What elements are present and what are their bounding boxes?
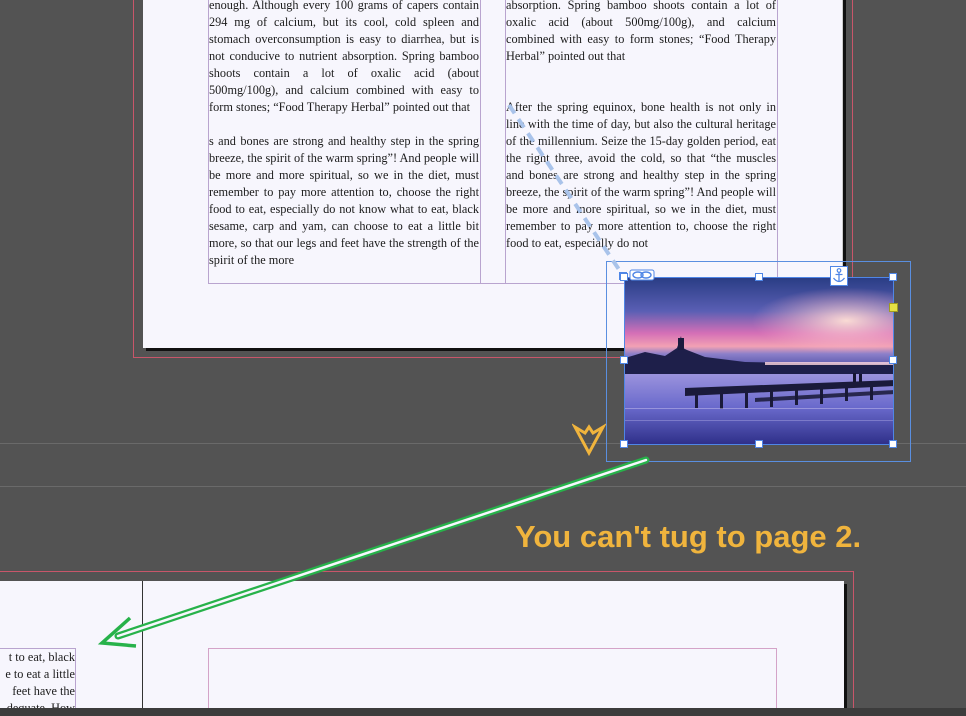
annotation-overlay — [97, 103, 650, 648]
drag-cursor-chevron-icon — [572, 423, 606, 457]
status-bar — [0, 708, 966, 716]
anchor-connector-line — [507, 103, 624, 276]
pasteboard[interactable]: enough. Although every 100 grams of cape… — [0, 0, 966, 716]
instruction-caption: You can't tug to page 2. — [515, 519, 862, 554]
